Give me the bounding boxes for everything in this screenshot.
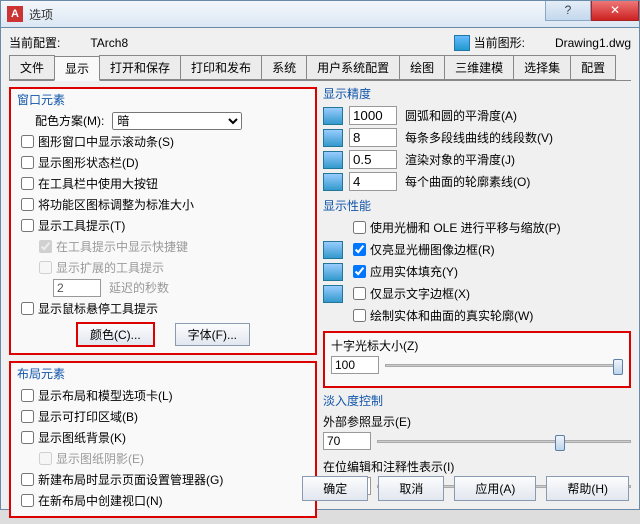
cb-ribbon[interactable] — [21, 198, 34, 211]
delay-input[interactable] — [53, 279, 101, 297]
cancel-button[interactable]: 取消 — [378, 476, 444, 501]
cb-shortcut[interactable] — [39, 240, 52, 253]
crosshair-slider[interactable] — [385, 357, 623, 373]
tab-system[interactable]: 系统 — [261, 55, 307, 80]
layout-elements-title: 布局元素 — [17, 365, 309, 382]
xref-input[interactable] — [323, 432, 371, 450]
cb-solid-fill[interactable] — [353, 265, 366, 278]
window-elements-title: 窗口元素 — [17, 91, 309, 108]
right-column: 显示精度 圆弧和圆的平滑度(A) 每条多段线曲线的线段数(V) 渲染对象的平滑度… — [323, 87, 631, 524]
tab-open-save[interactable]: 打开和保存 — [99, 55, 181, 80]
cb-statusbar[interactable] — [21, 156, 34, 169]
fade-title: 淡入度控制 — [323, 392, 631, 409]
cb-printable[interactable] — [21, 410, 34, 423]
ok-button[interactable]: 确定 — [302, 476, 368, 501]
color-button[interactable]: 颜色(C)... — [76, 322, 155, 347]
perf-icon — [323, 263, 343, 281]
render-input[interactable] — [349, 150, 397, 169]
tabstrip: 文件 显示 打开和保存 打印和发布 系统 用户系统配置 绘图 三维建模 选择集 … — [9, 55, 631, 81]
precision-icon — [323, 151, 343, 169]
arc-input[interactable] — [349, 106, 397, 125]
tab-3d[interactable]: 三维建模 — [444, 55, 514, 80]
font-button[interactable]: 字体(F)... — [175, 323, 250, 346]
close-button[interactable]: ✕ — [591, 1, 639, 21]
cb-text-only[interactable] — [353, 287, 366, 300]
tab-profiles[interactable]: 配置 — [570, 55, 616, 80]
cb-raster-edge[interactable] — [353, 243, 366, 256]
help-button[interactable]: ? — [545, 1, 591, 21]
current-drawing-label: 当前图形: — [474, 34, 525, 51]
precision-icon — [323, 129, 343, 147]
cb-ext-tooltip[interactable] — [39, 261, 52, 274]
cb-shadow[interactable] — [39, 452, 52, 465]
window-title: 选项 — [29, 6, 53, 23]
color-scheme-label: 配色方案(M): — [35, 112, 104, 130]
cb-tooltips[interactable] — [21, 219, 34, 232]
surf-input[interactable] — [349, 172, 397, 191]
tab-display[interactable]: 显示 — [54, 56, 100, 81]
perf-title: 显示性能 — [323, 197, 631, 214]
cb-pan[interactable] — [353, 221, 366, 234]
apply-button[interactable]: 应用(A) — [454, 476, 536, 501]
cb-silhouette[interactable] — [353, 309, 366, 322]
cb-page-mgr[interactable] — [21, 473, 34, 486]
dialog-footer: 确定 取消 应用(A) 帮助(H) — [302, 476, 629, 501]
edit-label: 在位编辑和注释性表示(I) — [323, 458, 631, 475]
color-scheme-select[interactable]: 暗 — [112, 112, 242, 130]
precision-icon — [323, 173, 343, 191]
poly-input[interactable] — [349, 128, 397, 147]
left-column: 窗口元素 配色方案(M): 暗 图形窗口中显示滚动条(S) 显示图形状态栏(D)… — [9, 87, 317, 524]
tab-selection[interactable]: 选择集 — [513, 55, 571, 80]
cb-layout-tabs[interactable] — [21, 389, 34, 402]
cb-scrollbar[interactable] — [21, 135, 34, 148]
window-elements-group: 窗口元素 配色方案(M): 暗 图形窗口中显示滚动条(S) 显示图形状态栏(D)… — [9, 87, 317, 355]
cb-bigbtn[interactable] — [21, 177, 34, 190]
crosshair-group: 十字光标大小(Z) — [323, 331, 631, 388]
cb-create-vp[interactable] — [21, 494, 34, 507]
help-footer-button[interactable]: 帮助(H) — [546, 476, 629, 501]
titlebar: A 选项 ? ✕ — [0, 0, 640, 28]
xref-slider[interactable] — [377, 433, 631, 449]
current-drawing-value: Drawing1.dwg — [555, 36, 631, 50]
xref-label: 外部参照显示(E) — [323, 413, 631, 430]
dialog-body: 当前配置: TArch8 当前图形: Drawing1.dwg 文件 显示 打开… — [0, 28, 640, 510]
cb-hover[interactable] — [21, 302, 34, 315]
current-profile-value: TArch8 — [90, 36, 128, 50]
tab-plot[interactable]: 打印和发布 — [180, 55, 262, 80]
current-profile-label: 当前配置: — [9, 34, 60, 51]
tab-file[interactable]: 文件 — [9, 55, 55, 80]
precision-title: 显示精度 — [323, 85, 631, 102]
crosshair-label: 十字光标大小(Z) — [331, 337, 623, 354]
tab-drafting[interactable]: 绘图 — [399, 55, 445, 80]
crosshair-input[interactable] — [331, 356, 379, 374]
app-icon: A — [7, 6, 23, 22]
perf-icon — [323, 285, 343, 303]
tab-userpref[interactable]: 用户系统配置 — [306, 55, 400, 80]
drawing-icon — [454, 35, 470, 51]
layout-elements-group: 布局元素 显示布局和模型选项卡(L) 显示可打印区域(B) 显示图纸背景(K) … — [9, 361, 317, 518]
perf-icon — [323, 241, 343, 259]
cb-pagebg[interactable] — [21, 431, 34, 444]
precision-icon — [323, 107, 343, 125]
